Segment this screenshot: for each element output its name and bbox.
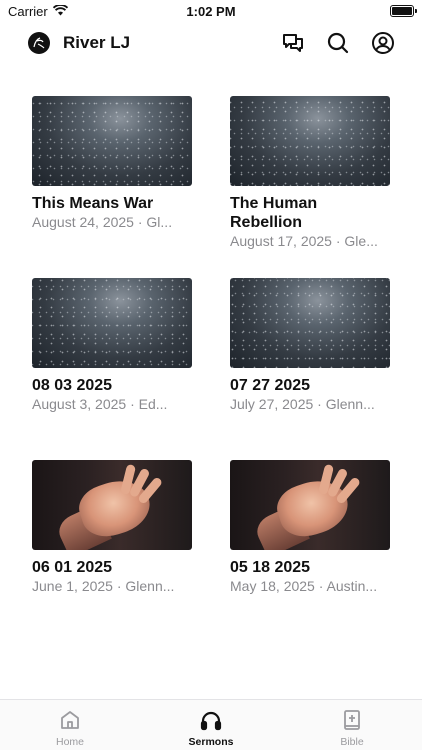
sermon-title: This Means War — [32, 195, 154, 212]
chat-icon[interactable] — [281, 31, 305, 55]
sermon-subtitle: August 17, 2025 · Gle... — [230, 233, 378, 249]
sermon-subtitle: August 3, 2025 · Ed... — [32, 396, 168, 412]
sermon-thumbnail — [32, 278, 192, 368]
sermon-card[interactable]: This Means War August 24, 2025 · Gl... — [32, 96, 192, 230]
app-header: River LJ — [0, 28, 422, 60]
sermon-card[interactable]: The Human Rebellion August 17, 2025 · Gl… — [230, 96, 390, 249]
sermon-thumbnail — [230, 278, 390, 368]
tab-label: Sermons — [188, 736, 234, 748]
tab-bible[interactable]: Bible — [282, 700, 422, 750]
sermon-thumbnail — [32, 460, 192, 550]
sermon-card[interactable]: 05 18 2025 May 18, 2025 · Austin... — [230, 460, 390, 594]
clock: 1:02 PM — [186, 4, 236, 19]
search-icon[interactable] — [326, 31, 350, 55]
page-title: River LJ — [63, 33, 131, 52]
sermon-subtitle: August 24, 2025 · Gl... — [32, 214, 173, 230]
sermon-subtitle: May 18, 2025 · Austin... — [230, 578, 378, 594]
profile-icon[interactable] — [371, 31, 395, 55]
sermon-card[interactable]: 08 03 2025 August 3, 2025 · Ed... — [32, 278, 192, 412]
sermon-title: 07 27 2025 — [230, 377, 311, 394]
sermon-card[interactable]: 06 01 2025 June 1, 2025 · Glenn... — [32, 460, 192, 594]
sermon-thumbnail — [32, 96, 192, 186]
home-icon — [58, 708, 82, 732]
sermon-subtitle: June 1, 2025 · Glenn... — [32, 578, 175, 594]
battery-icon — [390, 5, 417, 17]
tab-sermons[interactable]: Sermons — [141, 700, 281, 750]
church-logo[interactable] — [28, 32, 50, 54]
sermon-title: 08 03 2025 — [32, 377, 113, 394]
tab-home[interactable]: Home — [0, 700, 140, 750]
tab-label: Home — [55, 736, 84, 748]
sermon-card[interactable]: 07 27 2025 July 27, 2025 · Glenn... — [230, 278, 390, 412]
sermon-subtitle: July 27, 2025 · Glenn... — [230, 396, 375, 412]
headphones-icon — [199, 708, 223, 732]
sermon-thumbnail — [230, 460, 390, 550]
sermon-title: 06 01 2025 — [32, 559, 113, 576]
sermon-title: 05 18 2025 — [230, 559, 311, 576]
tab-bar: Home Sermons Bible — [0, 699, 422, 750]
sermon-title: The Human Rebellion — [230, 195, 318, 231]
bible-icon — [340, 708, 364, 732]
status-bar: Carrier 1:02 PM — [0, 0, 422, 24]
tab-label: Bible — [340, 736, 364, 748]
sermon-thumbnail — [230, 96, 390, 186]
